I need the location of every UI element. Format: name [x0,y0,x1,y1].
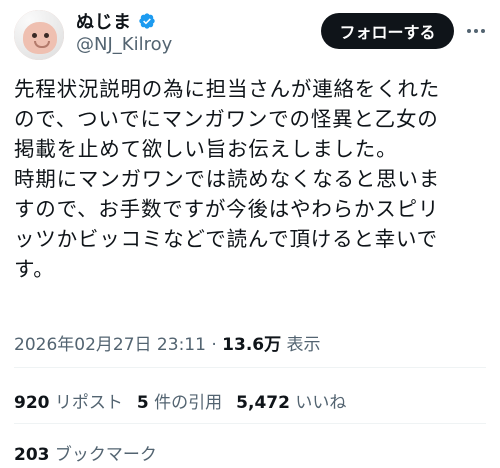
engagement-stats: 920 リポスト 5 件の引用 5,472 いいね [14,388,346,413]
post-text-line: 先程状況説明の為に担当さんが連絡をくれた [14,77,440,101]
quotes-stat[interactable]: 5 件の引用 [137,388,222,413]
divider [14,423,486,424]
reposts-stat[interactable]: 920 リポスト [14,388,123,413]
views-count: 13.6万 [222,335,282,355]
meta-separator: · [205,335,223,355]
author-display-name[interactable]: ぬじま [76,8,132,34]
author-name-row: ぬじま [76,8,156,34]
views-label: 表示 [281,335,321,355]
divider [14,367,486,368]
reposts-label: リポスト [49,393,123,413]
post-timestamp[interactable]: 2026年02月27日 23:11 [14,335,206,355]
post-text-line: ので、ついでにマンガワンでの怪異と乙女の [14,107,439,131]
more-dot [474,29,478,33]
verified-badge-icon [138,13,155,29]
avatar[interactable] [14,10,64,60]
post-text-line: す。 [14,257,55,281]
avatar-blobfish [23,22,57,54]
post-meta: 2026年02月27日 23:11 · 13.6万 表示 [14,330,321,355]
post-text-line: すので、お手数ですが今後はやわらかスピリ [14,197,440,221]
bookmarks-label: ブックマーク [49,445,157,465]
likes-label: いいね [289,393,347,413]
more-dot [467,29,471,33]
likes-stat[interactable]: 5,472 いいね [236,388,346,413]
reposts-count: 920 [14,393,50,413]
bookmarks-stat[interactable]: 203 ブックマーク [14,440,157,465]
author-handle[interactable]: @NJ_Kilroy [76,34,172,55]
post-text-line: 時期にマンガワンでは読めなくなると思いま [14,167,440,191]
post-text-line: 掲載を止めて欲しい旨お伝えしました。 [14,137,398,161]
avatar-left-eye [32,33,37,38]
more-options-icon[interactable] [464,20,488,42]
more-dot [481,29,485,33]
quotes-count: 5 [136,393,149,413]
quotes-label: 件の引用 [148,393,223,413]
avatar-right-eye [44,33,49,38]
post-text-line: ッツかビッコミなどで読んで頂けると幸いで [14,227,438,251]
post-text: 先程状況説明の為に担当さんが連絡をくれた ので、ついでにマンガワンでの怪異と乙女… [14,74,492,284]
bookmarks-count: 203 [14,445,50,465]
follow-button[interactable]: フォローする [321,13,454,49]
likes-count: 5,472 [236,393,290,413]
